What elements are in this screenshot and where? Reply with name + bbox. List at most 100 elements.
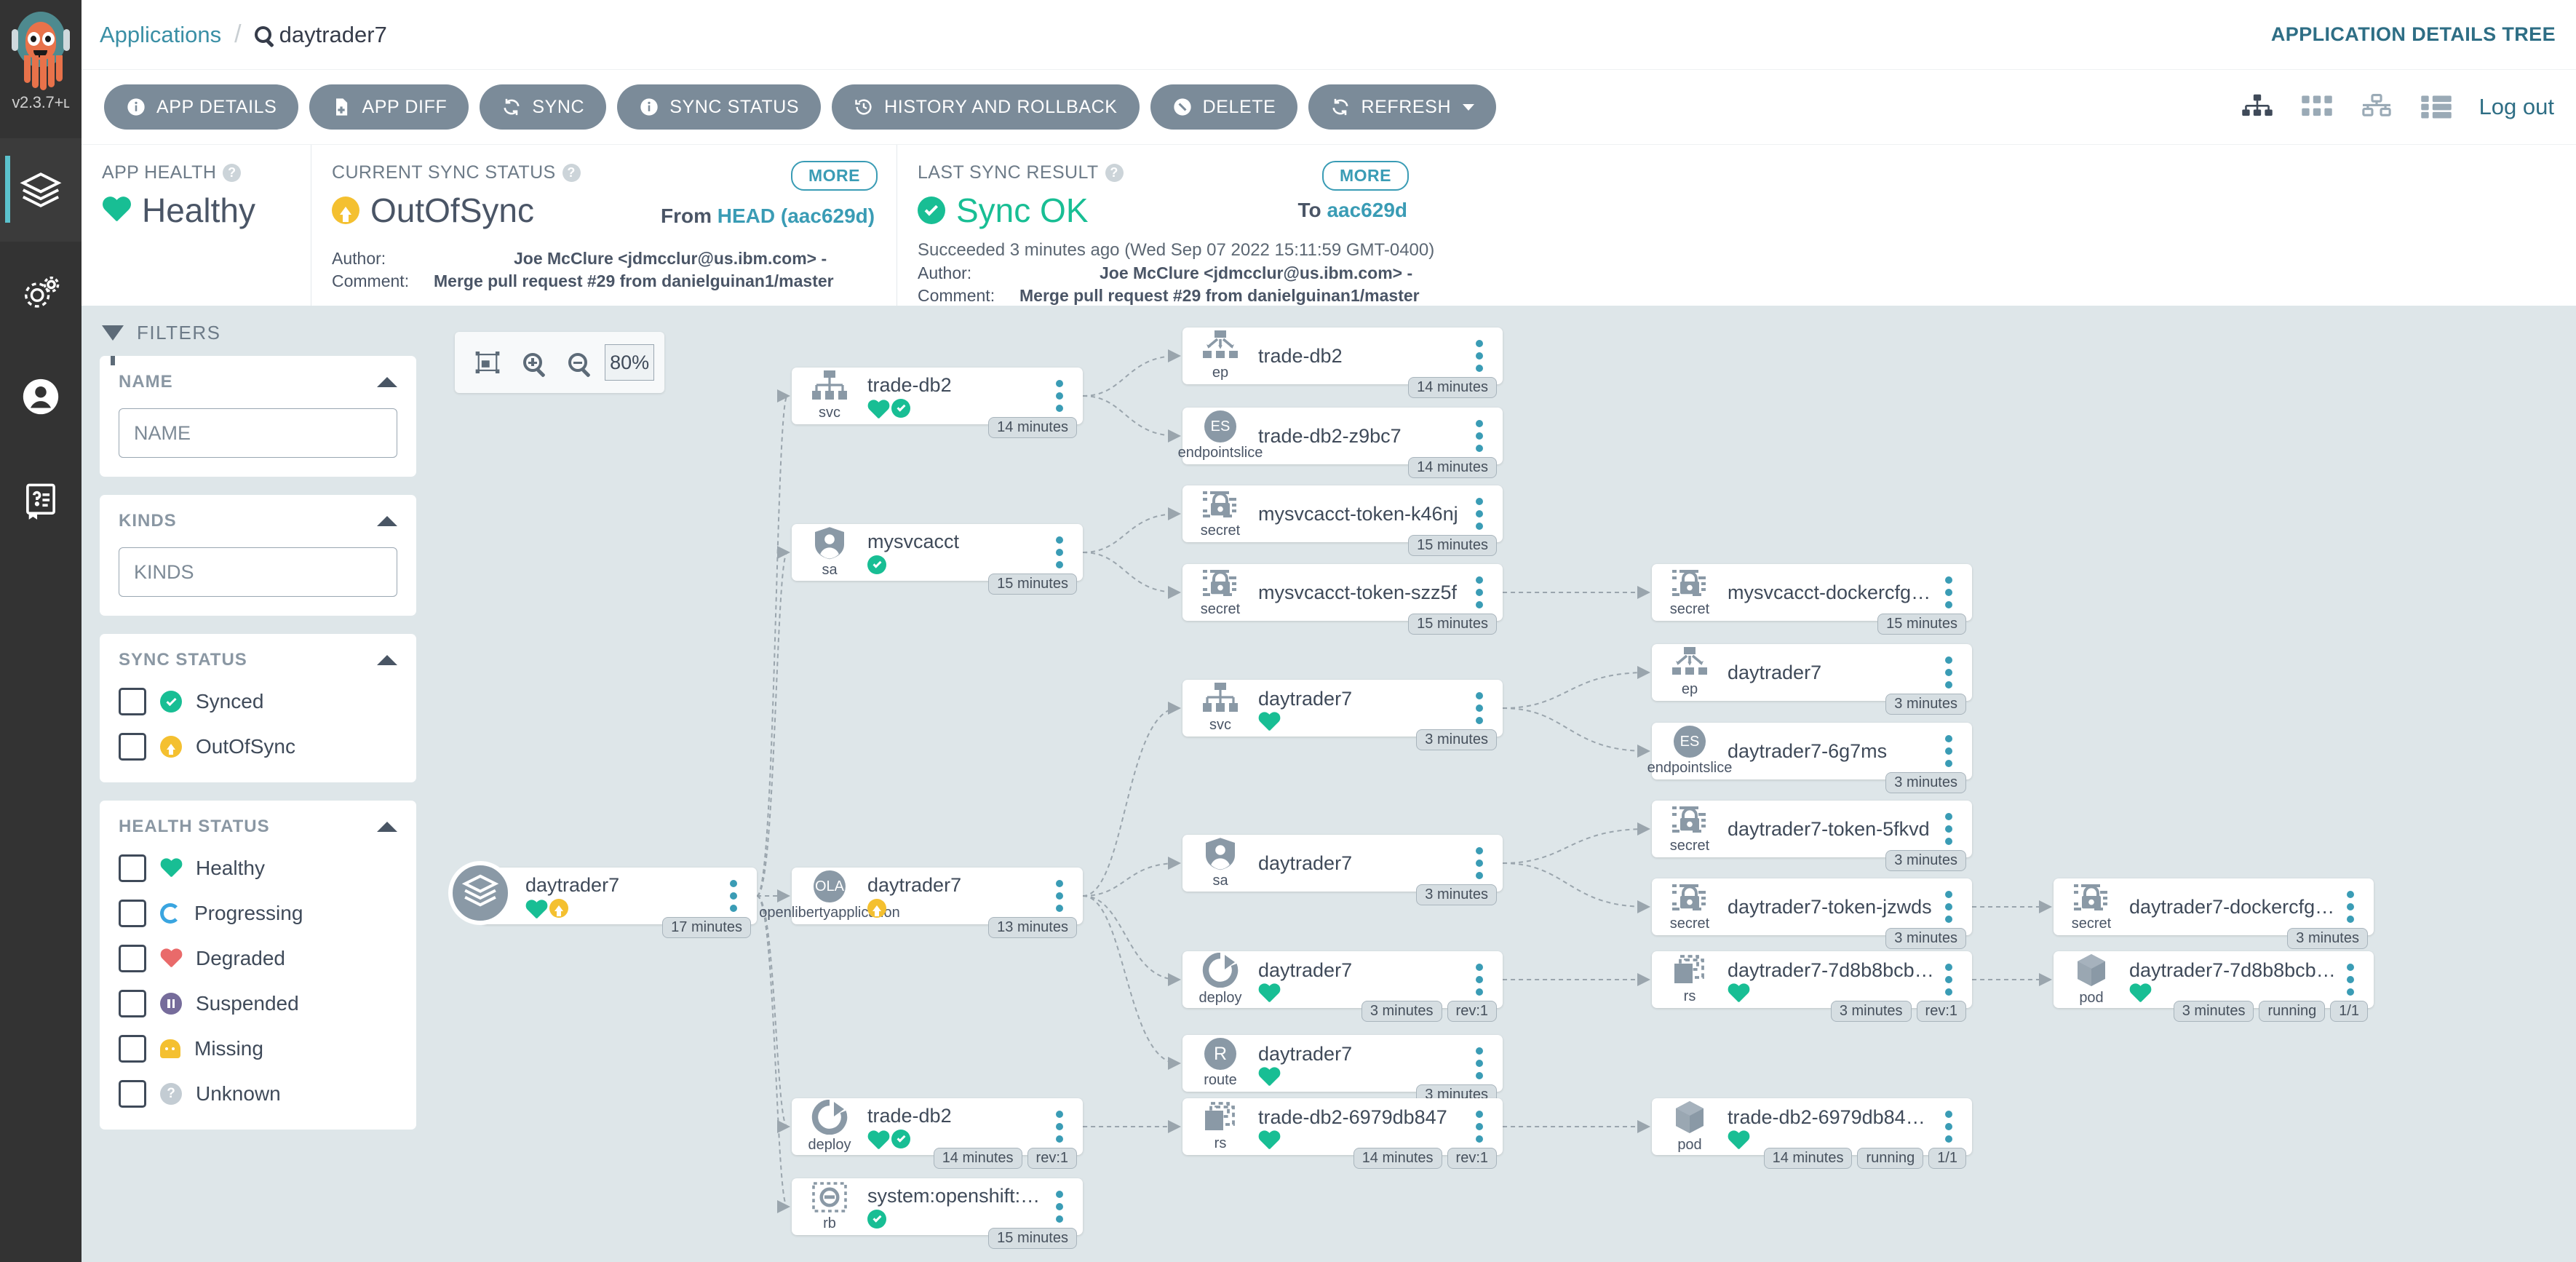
tree-node[interactable]: svc trade-db2 14 minutes <box>792 368 1083 438</box>
zoom-in-button[interactable] <box>510 353 555 372</box>
node-menu-button[interactable] <box>1045 536 1074 568</box>
filter-option-unknown[interactable]: ? Unknown <box>119 1080 397 1108</box>
search-icon[interactable] <box>254 26 271 43</box>
tree-node[interactable]: rs trade-db2-6979db847 14 minutes rev:1 <box>1182 1098 1503 1169</box>
filter-option-synced[interactable]: Synced <box>119 688 397 715</box>
node-menu-button[interactable] <box>1045 1191 1074 1223</box>
node-menu-button[interactable] <box>1465 498 1494 530</box>
sidebar-item-documentation[interactable] <box>0 448 82 552</box>
tree-node[interactable]: secret mysvcacct-token-szz5f 15 minutes <box>1182 564 1503 635</box>
tree-node[interactable]: pod daytrader7-7d8b8bcb46-854l5 3 minute… <box>2054 951 2374 1022</box>
tree-node[interactable]: secret mysvcacct-token-k46nj 15 minutes <box>1182 485 1503 556</box>
breadcrumb-applications[interactable]: Applications <box>100 22 221 48</box>
node-menu-button[interactable] <box>1045 1111 1074 1143</box>
tree-node[interactable]: ES endpointslice daytrader7-6g7ms 3 minut… <box>1647 723 1972 793</box>
node-menu-button[interactable] <box>1934 891 1963 923</box>
filter-option-progressing[interactable]: Progressing <box>119 900 397 927</box>
node-menu-button[interactable] <box>1465 340 1494 372</box>
tree-node[interactable]: deploy trade-db2 14 minutes rev:1 <box>792 1098 1083 1169</box>
kinds-filter-input[interactable] <box>119 547 397 597</box>
suspended-checkbox[interactable] <box>119 990 146 1017</box>
filter-section-sync-status-header[interactable]: SYNC STATUS <box>119 650 397 670</box>
app-details-button[interactable]: APP DETAILS <box>104 84 299 130</box>
tree-node[interactable]: Rroute daytrader7 3 minutes <box>1182 1035 1503 1106</box>
tree-node[interactable]: ep trade-db2 14 minutes <box>1182 328 1503 398</box>
filter-option-degraded[interactable]: Degraded <box>119 945 397 972</box>
filter-option-healthy[interactable]: Healthy <box>119 854 397 882</box>
help-icon[interactable]: ? <box>562 164 581 182</box>
node-menu-button[interactable] <box>1934 1111 1963 1143</box>
node-menu-button[interactable] <box>1934 813 1963 845</box>
node-menu-button[interactable] <box>1465 692 1494 724</box>
node-menu-button[interactable] <box>1934 656 1963 688</box>
tree-node[interactable]: svc daytrader7 3 minutes <box>1182 680 1503 750</box>
node-menu-button[interactable] <box>1934 576 1963 608</box>
synced-checkbox[interactable] <box>119 688 146 715</box>
help-icon[interactable]: ? <box>223 164 242 182</box>
sync-status-button[interactable]: SYNC STATUS <box>617 84 822 130</box>
filter-option-outofsync[interactable]: OutOfSync <box>119 733 397 761</box>
node-menu-button[interactable] <box>719 880 748 912</box>
node-menu-button[interactable] <box>1045 880 1074 912</box>
app-diff-button[interactable]: APP DIFF <box>309 84 469 130</box>
sidebar-item-settings[interactable] <box>0 242 82 345</box>
healthy-checkbox[interactable] <box>119 854 146 882</box>
unknown-checkbox[interactable] <box>119 1080 146 1108</box>
from-revision-link[interactable]: HEAD (aac629d) <box>717 205 875 227</box>
network-view-icon[interactable] <box>2360 93 2393 121</box>
zoom-out-button[interactable] <box>555 353 600 372</box>
history-and-rollback-button[interactable]: HISTORY AND ROLLBACK <box>832 84 1140 130</box>
node-menu-button[interactable] <box>1045 380 1074 412</box>
zoom-level-value[interactable]: 80% <box>605 344 655 381</box>
grid-view-icon[interactable] <box>2300 93 2334 121</box>
delete-button[interactable]: DELETE <box>1150 84 1298 130</box>
tree-node[interactable]: rb system:openshift:scc:privileged 15 mi… <box>792 1178 1083 1249</box>
name-filter-input[interactable] <box>119 408 397 458</box>
tree-node[interactable]: ep daytrader7 3 minutes <box>1652 644 1972 715</box>
sync-button[interactable]: SYNC <box>480 84 607 130</box>
help-icon[interactable]: ? <box>1105 164 1124 182</box>
fit-to-screen-button[interactable] <box>465 352 510 373</box>
outofsync-checkbox[interactable] <box>119 733 146 761</box>
tree-node[interactable]: pod trade-db2-6979db847-44zlv 14 minutes… <box>1652 1098 1972 1169</box>
sidebar-item-applications[interactable] <box>0 138 82 242</box>
node-menu-button[interactable] <box>1465 420 1494 452</box>
node-menu-button[interactable] <box>1934 735 1963 767</box>
tree-node[interactable]: sa mysvcacct 15 minutes <box>792 524 1083 595</box>
tree-view-icon[interactable] <box>2241 93 2274 121</box>
tree-node[interactable]: deploy daytrader7 3 minutes rev:1 <box>1182 951 1503 1022</box>
degraded-checkbox[interactable] <box>119 945 146 972</box>
tree-node[interactable]: ES endpointslice trade-db2-z9bc7 14 minut… <box>1178 408 1503 478</box>
node-menu-button[interactable] <box>1465 1047 1494 1079</box>
current-sync-more-button[interactable]: MORE <box>791 161 878 191</box>
progressing-checkbox[interactable] <box>119 900 146 927</box>
filter-section-health-status-header[interactable]: HEALTH STATUS <box>119 817 397 837</box>
filter-option-suspended[interactable]: Suspended <box>119 990 397 1017</box>
node-menu-button[interactable] <box>2336 891 2365 923</box>
missing-checkbox[interactable] <box>119 1035 146 1063</box>
node-menu-button[interactable] <box>1934 964 1963 996</box>
tree-node[interactable]: OLA openlibertyapplication daytrader7 13 … <box>759 868 1083 938</box>
node-menu-button[interactable] <box>1465 847 1494 879</box>
last-sync-more-button[interactable]: MORE <box>1322 161 1409 191</box>
logout-link[interactable]: Log out <box>2479 94 2554 120</box>
tree-node[interactable]: secret daytrader7-token-jzwds 3 minutes <box>1652 878 1972 949</box>
node-menu-button[interactable] <box>2336 964 2365 996</box>
to-revision-link[interactable]: aac629d <box>1327 199 1407 221</box>
sidebar-item-user-info[interactable] <box>0 345 82 448</box>
filter-section-kinds-header[interactable]: KINDS <box>119 511 397 531</box>
node-menu-button[interactable] <box>1465 576 1494 608</box>
tree-node[interactable]: secret mysvcacct-dockercfg-xh7cl 15 minu… <box>1652 564 1972 635</box>
tree-node[interactable]: secret daytrader7-dockercfg-szzd2 3 minu… <box>2054 878 2374 949</box>
tree-node[interactable]: rs daytrader7-7d8b8bcb46 3 minutes rev:1 <box>1652 951 1972 1022</box>
node-menu-button[interactable] <box>1465 964 1494 996</box>
tree-node[interactable]: daytrader7 17 minutes <box>448 861 757 938</box>
filter-section-name-header[interactable]: NAME <box>119 372 397 392</box>
application-resource-tree[interactable]: daytrader7 17 minutes OLA openlibertyappli… <box>434 306 2576 1262</box>
node-menu-button[interactable] <box>1465 1111 1494 1143</box>
list-view-icon[interactable] <box>2420 93 2453 121</box>
argo-logo[interactable]: v2.3.7+ʟ <box>0 0 82 138</box>
tree-node[interactable]: sa daytrader7 3 minutes <box>1182 835 1503 905</box>
tree-node[interactable]: secret daytrader7-token-5fkvd 3 minutes <box>1652 801 1972 871</box>
filter-option-missing[interactable]: Missing <box>119 1035 397 1063</box>
